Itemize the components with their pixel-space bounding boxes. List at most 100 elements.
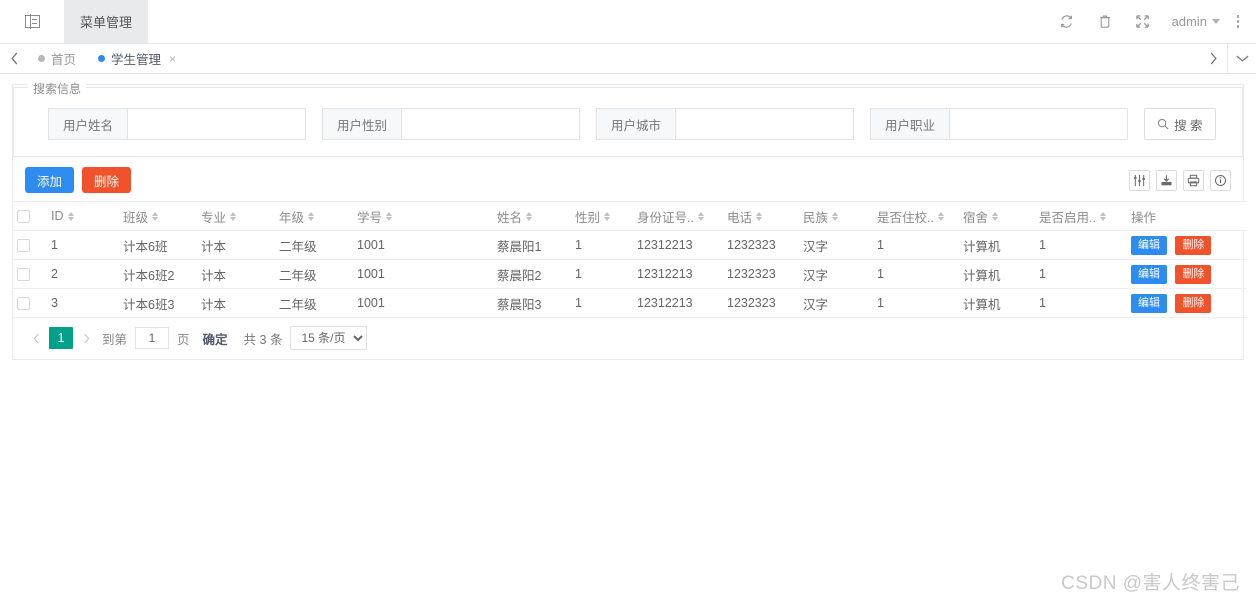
sort-icon[interactable] [152, 211, 159, 221]
cell-major: 计本 [197, 288, 275, 318]
row-delete-button[interactable]: 删除 [1175, 235, 1212, 255]
sort-icon[interactable] [832, 211, 839, 221]
layout-menu-button[interactable] [0, 0, 64, 43]
sort-icon[interactable] [937, 211, 944, 221]
column-header-idcard[interactable]: 身份证号.. [633, 201, 723, 231]
column-header-dorm[interactable]: 宿舍 [959, 201, 1035, 231]
cell-class: 计本6班3 [119, 288, 197, 318]
column-header-class[interactable]: 班级 [119, 201, 197, 231]
table-row[interactable]: 1 计本6班 计本 二年级 1001 蔡晨阳1 1 12312213 12323… [13, 230, 1247, 260]
row-delete-button[interactable]: 删除 [1175, 293, 1212, 313]
clear-cache-button[interactable] [1086, 0, 1124, 44]
column-label: 身份证号.. [637, 210, 694, 225]
cell-gender: 1 [571, 288, 633, 318]
column-header-gender[interactable]: 性别 [571, 201, 633, 231]
batch-delete-button[interactable]: 删除 [82, 167, 132, 193]
fullscreen-button[interactable] [1124, 0, 1162, 44]
student-panel: 搜索信息 用户姓名 用户性别 用户城市 用户职业 搜 索 添加 删除 ID 班级… [12, 80, 1247, 360]
search-button[interactable]: 搜 索 [1144, 108, 1216, 140]
sort-icon[interactable] [386, 211, 393, 221]
goto-page-input[interactable] [135, 327, 170, 349]
sort-icon[interactable] [756, 211, 763, 221]
column-header-major[interactable]: 专业 [197, 201, 275, 231]
print-button[interactable] [1183, 169, 1204, 191]
pagination-prev-button[interactable] [25, 327, 47, 349]
refresh-button[interactable] [1048, 0, 1086, 44]
page-size-select[interactable]: 15 条/页 30 条/页 50 条/页 [290, 326, 368, 350]
column-label: 宿舍 [963, 210, 989, 225]
search-section-legend: 搜索信息 [28, 80, 87, 97]
row-delete-button[interactable]: 删除 [1175, 264, 1212, 284]
add-button[interactable]: 添加 [25, 167, 75, 193]
sort-icon[interactable] [526, 211, 533, 221]
column-header-ethnic[interactable]: 民族 [799, 201, 873, 231]
cell-studentno: 1001 [353, 288, 493, 318]
sort-icon[interactable] [992, 211, 999, 221]
search-input-username[interactable] [128, 109, 306, 139]
select-all-checkbox[interactable] [17, 210, 30, 224]
table-row[interactable]: 2 计本6班2 计本 二年级 1001 蔡晨阳2 1 12312213 1232… [13, 259, 1247, 289]
column-header-enabled[interactable]: 是否启用.. [1035, 201, 1127, 231]
cell-name: 蔡晨阳1 [493, 230, 571, 260]
cell-boarding: 1 [873, 230, 959, 260]
row-edit-button[interactable]: 编辑 [1131, 293, 1167, 313]
cell-studentno: 1001 [353, 259, 493, 289]
search-input-occupation[interactable] [950, 109, 1128, 139]
chevron-right-icon [1210, 52, 1217, 65]
column-header-boarding[interactable]: 是否住校.. [873, 201, 959, 231]
top-bar: 菜单管理 admin [0, 0, 1256, 44]
export-icon [1161, 174, 1172, 185]
page-tab-student-management[interactable]: 学生管理 × [88, 44, 186, 73]
goto-prefix-label: 到第 [102, 332, 128, 347]
column-label: 学号 [357, 210, 383, 225]
cell-major: 计本 [197, 230, 275, 260]
column-header-grade[interactable]: 年级 [275, 201, 353, 231]
cell-phone: 1232323 [723, 288, 799, 318]
tabs-dropdown-button[interactable] [1228, 44, 1256, 73]
search-input-city[interactable] [676, 109, 854, 139]
row-checkbox[interactable] [17, 268, 30, 282]
page-tab-home[interactable]: 首页 [28, 44, 86, 73]
sort-icon[interactable] [604, 211, 611, 221]
sort-icon[interactable] [1099, 211, 1106, 221]
column-header-phone[interactable]: 电话 [723, 201, 799, 231]
cell-id: 3 [47, 288, 119, 318]
row-edit-button[interactable]: 编辑 [1131, 264, 1167, 284]
tabs-scroll-right-button[interactable] [1199, 44, 1227, 73]
chevron-right-icon [83, 333, 89, 343]
table-row[interactable]: 3 计本6班3 计本 二年级 1001 蔡晨阳3 1 12312213 1232… [13, 288, 1247, 318]
nav-tab-menu-management[interactable]: 菜单管理 [64, 0, 149, 43]
cell-boarding: 1 [873, 259, 959, 289]
column-label: 操作 [1131, 210, 1157, 225]
table-toolbar: 添加 删除 [13, 157, 1243, 201]
tab-close-icon[interactable]: × [169, 53, 176, 65]
pagination-page-1[interactable]: 1 [49, 327, 73, 349]
pagination-next-button[interactable] [75, 327, 97, 349]
row-checkbox[interactable] [17, 239, 30, 253]
export-button[interactable] [1156, 169, 1177, 191]
more-options-button[interactable] [1226, 0, 1250, 44]
tabs-scroll-left-button[interactable] [0, 44, 28, 73]
row-select-cell [13, 288, 47, 318]
cell-enabled: 1 [1035, 230, 1127, 260]
sort-icon[interactable] [230, 211, 237, 221]
row-edit-button[interactable]: 编辑 [1131, 235, 1167, 255]
sort-icon[interactable] [697, 211, 704, 221]
column-header-studentno[interactable]: 学号 [353, 201, 493, 231]
search-input-gender[interactable] [402, 109, 580, 139]
info-button[interactable] [1210, 169, 1231, 191]
vertical-dots-icon-2 [1236, 20, 1240, 23]
cell-boarding: 1 [873, 288, 959, 318]
cell-grade: 二年级 [275, 259, 353, 289]
search-button-label: 搜 索 [1174, 118, 1203, 133]
column-header-name[interactable]: 姓名 [493, 201, 571, 231]
goto-confirm-button[interactable]: 确定 [203, 329, 228, 348]
user-menu[interactable]: admin [1162, 0, 1226, 44]
row-checkbox[interactable] [17, 297, 30, 311]
columns-settings-button[interactable] [1129, 169, 1150, 191]
sort-icon[interactable] [67, 211, 74, 221]
search-section: 搜索信息 用户姓名 用户性别 用户城市 用户职业 搜 索 [13, 80, 1243, 157]
sort-icon[interactable] [308, 211, 315, 221]
table-body: 1 计本6班 计本 二年级 1001 蔡晨阳1 1 12312213 12323… [13, 230, 1247, 318]
column-header-id[interactable]: ID [47, 201, 119, 231]
